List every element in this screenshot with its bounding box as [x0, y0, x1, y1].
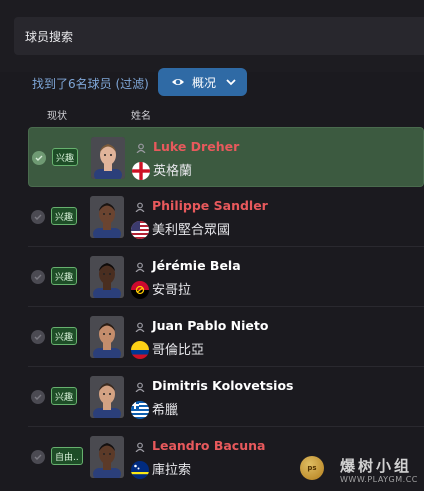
- player-row[interactable]: 兴趣 Dimitris Kolovetsios 希臘: [28, 367, 424, 427]
- player-nationality: 哥倫比亞: [152, 343, 205, 358]
- player-photo: [90, 376, 124, 418]
- column-header-status[interactable]: 现状: [47, 107, 67, 122]
- status-badge: 兴趣: [51, 267, 78, 285]
- person-icon: [135, 202, 145, 212]
- person-icon: [135, 442, 145, 452]
- person-icon: [135, 262, 145, 272]
- check-icon[interactable]: [32, 151, 46, 165]
- row-divider: [28, 366, 424, 367]
- usa-flag-icon: [131, 221, 149, 239]
- view-mode-dropdown[interactable]: 概况: [158, 68, 247, 96]
- colombia-flag-icon: [131, 341, 149, 359]
- status-badge: 自由..: [51, 447, 83, 465]
- row-divider: [28, 426, 424, 427]
- person-icon: [135, 322, 145, 332]
- player-nationality: 英格蘭: [153, 164, 193, 179]
- player-name[interactable]: Luke Dreher: [153, 139, 239, 154]
- player-row[interactable]: 兴趣 Juan Pablo Nieto 哥倫比亞: [28, 307, 424, 367]
- watermark-text: 爆树小组: [340, 457, 413, 475]
- top-bar: 球员搜索: [0, 0, 424, 72]
- player-nationality: 庫拉索: [152, 463, 192, 478]
- results-count-text: 找到了6名球员 (过滤): [32, 77, 149, 91]
- player-row[interactable]: 兴趣 Philippe Sandler 美利堅合眾國: [28, 187, 424, 247]
- england-flag-icon: [132, 162, 150, 180]
- person-icon: [136, 143, 146, 153]
- curacao-flag-icon: [131, 461, 149, 479]
- view-mode-label: 概况: [192, 75, 217, 90]
- player-photo: [90, 256, 124, 298]
- greece-flag-icon: [131, 401, 149, 419]
- chevron-down-icon: [226, 78, 236, 85]
- player-photo: [90, 196, 124, 238]
- person-icon: [135, 382, 145, 392]
- player-name[interactable]: Philippe Sandler: [152, 198, 268, 213]
- player-name[interactable]: Juan Pablo Nieto: [152, 318, 268, 333]
- player-photo: [90, 436, 124, 478]
- check-icon[interactable]: [31, 270, 45, 284]
- status-badge: 兴趣: [52, 148, 79, 166]
- status-badge: 兴趣: [51, 327, 78, 345]
- check-icon[interactable]: [31, 390, 45, 404]
- player-photo: [90, 316, 124, 358]
- player-search-label: 球员搜索: [25, 30, 74, 44]
- eye-icon: [172, 79, 184, 85]
- row-divider: [28, 246, 424, 247]
- watermark-logo: ps: [300, 456, 324, 480]
- watermark-url: WWW.PLAYGM.CC: [340, 475, 418, 484]
- player-nationality: 安哥拉: [152, 283, 192, 298]
- player-name[interactable]: Jérémie Bela: [152, 258, 241, 273]
- angola-flag-icon: [131, 281, 149, 299]
- row-divider: [28, 306, 424, 307]
- player-search-box[interactable]: 球员搜索: [14, 17, 424, 55]
- player-name[interactable]: Dimitris Kolovetsios: [152, 378, 293, 393]
- status-badge: 兴趣: [51, 387, 78, 405]
- check-icon[interactable]: [31, 330, 45, 344]
- player-photo: [91, 137, 125, 179]
- status-badge: 兴趣: [51, 207, 78, 225]
- player-row[interactable]: 兴趣 Luke Dreher 英格蘭: [28, 127, 424, 187]
- player-row[interactable]: 兴趣 Jérémie Bela 安哥拉: [28, 247, 424, 307]
- player-name[interactable]: Leandro Bacuna: [152, 438, 265, 453]
- check-icon[interactable]: [31, 210, 45, 224]
- player-nationality: 美利堅合眾國: [152, 223, 231, 238]
- check-icon[interactable]: [31, 450, 45, 464]
- column-header-name[interactable]: 姓名: [131, 107, 151, 122]
- player-nationality: 希臘: [152, 403, 179, 418]
